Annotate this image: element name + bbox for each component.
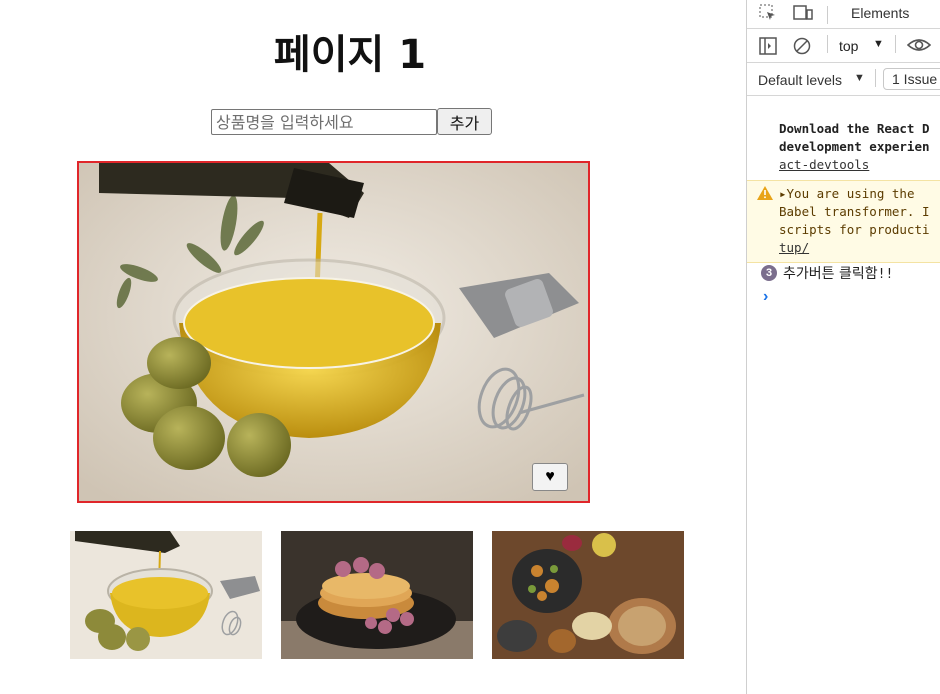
console-warning: ▸You are using the Babel transformer. I … [747, 180, 940, 263]
babel-setup-link[interactable]: tup/ [779, 240, 809, 255]
thumbnail-pancakes[interactable] [281, 531, 473, 659]
context-selector[interactable]: top [839, 38, 858, 54]
thumbnail-olive-oil[interactable] [70, 531, 262, 659]
console-toolbar: top ▼ [747, 29, 940, 63]
expand-triangle-icon[interactable]: ▸ [779, 186, 787, 201]
olive-oil-thumbnail-image [70, 531, 262, 659]
sidebar-toggle-icon[interactable] [759, 37, 777, 60]
pancakes-thumbnail-image [281, 531, 473, 659]
warning-line: You are using the [786, 186, 915, 201]
main-product-image: ♥ [77, 161, 590, 503]
olive-oil-photo [79, 163, 588, 501]
clear-console-icon[interactable] [793, 37, 811, 60]
console-message-react-devtools: Download the React D development experie… [779, 120, 930, 174]
log-repeat-count-badge: 3 [761, 265, 777, 281]
chevron-down-icon: ▼ [873, 38, 884, 50]
thumbnail-food-table[interactable] [492, 531, 684, 659]
console-prompt-icon[interactable]: › [763, 288, 768, 306]
log-levels-dropdown[interactable]: Default levels [758, 72, 842, 88]
warning-line: scripts for producti [779, 222, 930, 237]
page-content: 페이지 1 추가 [0, 0, 746, 694]
food-table-thumbnail-image [492, 531, 684, 659]
inspect-element-icon[interactable] [759, 4, 777, 27]
console-log-message: 추가버튼 클릭함!! [783, 263, 893, 284]
devtools-panel: Elements top ▼ Default levels ▼ 1 Issue … [746, 0, 940, 694]
warning-line: Babel transformer. I [779, 204, 930, 219]
page-title: 페이지 1 [273, 32, 427, 78]
eye-icon[interactable] [906, 36, 932, 59]
toolbar-divider [827, 6, 828, 24]
log-text: 추가버튼 클릭함 [783, 266, 878, 282]
warning-icon [757, 186, 773, 200]
react-devtools-link[interactable]: act-devtools [779, 157, 869, 172]
console-filter-bar: Default levels ▼ 1 Issue [747, 63, 940, 96]
log-suffix: !! [877, 267, 894, 282]
toolbar-divider [827, 35, 828, 53]
issues-button[interactable]: 1 Issue [883, 68, 940, 90]
like-button[interactable]: ♥ [532, 463, 568, 491]
console-message-line: Download the React D [779, 121, 930, 136]
chevron-down-icon: ▼ [854, 72, 865, 84]
product-name-input[interactable] [211, 109, 437, 135]
console-message-line: development experien [779, 139, 930, 154]
tab-elements[interactable]: Elements [851, 5, 909, 21]
devtools-tab-bar: Elements [747, 0, 940, 29]
toolbar-divider [895, 35, 896, 53]
toolbar-divider [875, 69, 876, 87]
device-toolbar-icon[interactable] [793, 4, 813, 27]
add-button[interactable]: 추가 [437, 108, 492, 135]
warning-message: ▸You are using the Babel transformer. I … [779, 185, 930, 257]
